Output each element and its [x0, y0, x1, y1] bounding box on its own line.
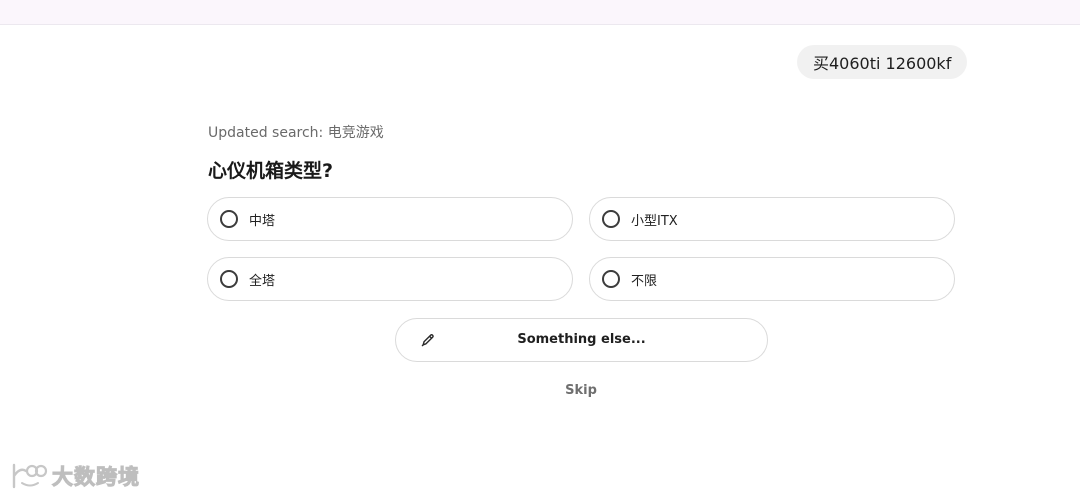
user-message-bubble: 买4060ti 12600kf	[797, 45, 968, 79]
option-mid-tower[interactable]: 中塔	[207, 197, 573, 241]
something-else-label: Something else...	[517, 332, 646, 347]
radio-icon[interactable]	[220, 210, 238, 228]
radio-icon[interactable]	[220, 270, 238, 288]
something-else-button[interactable]: Something else...	[395, 318, 768, 362]
watermark: 大数跨境	[8, 461, 140, 491]
option-label: 全塔	[249, 273, 276, 289]
radio-icon[interactable]	[602, 270, 620, 288]
question-title: 心仪机箱类型?	[208, 160, 334, 182]
top-bar	[0, 0, 1080, 25]
option-label: 小型ITX	[631, 213, 678, 229]
radio-icon[interactable]	[602, 210, 620, 228]
user-message-text: 买4060ti 12600kf	[813, 54, 952, 73]
updated-search-note: Updated search: 电竞游戏	[208, 125, 384, 141]
skip-button[interactable]: Skip	[556, 383, 606, 398]
option-no-preference[interactable]: 不限	[589, 257, 955, 301]
option-label: 中塔	[249, 213, 276, 229]
watermark-text: 大数跨境	[52, 465, 140, 490]
watermark-logo-icon	[12, 463, 48, 489]
option-small-itx[interactable]: 小型ITX	[589, 197, 955, 241]
option-full-tower[interactable]: 全塔	[207, 257, 573, 301]
option-label: 不限	[631, 273, 658, 289]
